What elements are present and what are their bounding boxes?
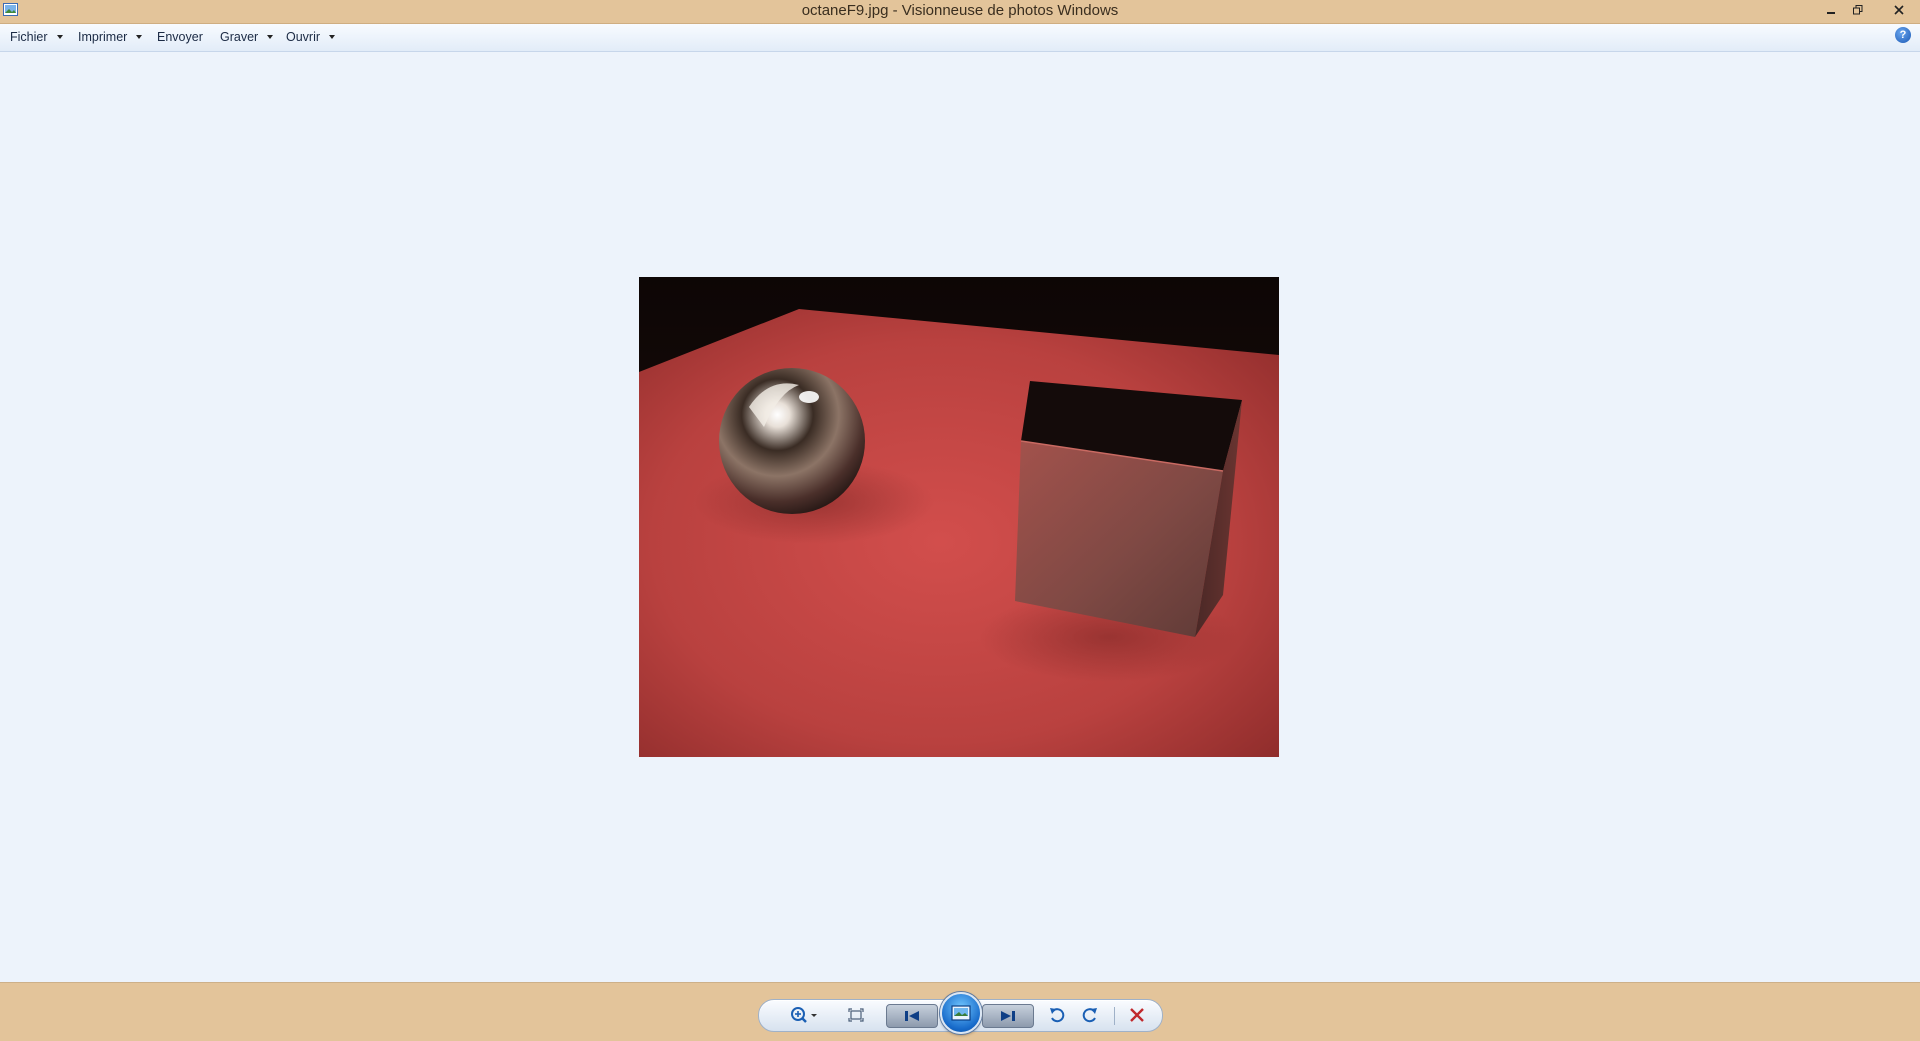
rotate-cw-icon bbox=[1082, 1008, 1097, 1023]
minimize-button[interactable] bbox=[1818, 0, 1844, 20]
title-bar: octaneF9.jpg - Visionneuse de photos Win… bbox=[0, 0, 1920, 24]
rotate-left-button[interactable] bbox=[1044, 1003, 1070, 1027]
menu-imprimer-label: Imprimer bbox=[78, 30, 128, 44]
menu-fichier[interactable]: Fichier bbox=[10, 30, 63, 44]
photo-viewport bbox=[0, 52, 1920, 982]
chevron-down-icon bbox=[136, 35, 143, 39]
menu-ouvrir[interactable]: Ouvrir bbox=[286, 30, 336, 44]
slideshow-icon bbox=[951, 1005, 971, 1021]
delete-icon bbox=[1130, 1008, 1144, 1022]
photo-image[interactable] bbox=[639, 277, 1279, 757]
rotate-ccw-icon bbox=[1050, 1008, 1065, 1023]
actual-size-button[interactable] bbox=[843, 1003, 869, 1027]
menu-imprimer[interactable]: Imprimer bbox=[78, 30, 143, 44]
chevron-down-icon bbox=[329, 35, 336, 39]
chevron-down-icon bbox=[56, 35, 63, 39]
next-icon bbox=[1001, 1011, 1015, 1021]
menu-envoyer[interactable]: Envoyer bbox=[157, 30, 203, 44]
previous-icon bbox=[905, 1011, 919, 1021]
next-button[interactable] bbox=[982, 1004, 1034, 1028]
previous-button[interactable] bbox=[886, 1004, 938, 1028]
menu-fichier-label: Fichier bbox=[10, 30, 48, 44]
help-icon[interactable]: ? bbox=[1895, 27, 1911, 43]
menu-graver-label: Graver bbox=[220, 30, 259, 44]
magnifier-icon bbox=[791, 1007, 817, 1023]
close-button[interactable] bbox=[1880, 0, 1918, 20]
rotate-right-button[interactable] bbox=[1077, 1003, 1103, 1027]
menu-envoyer-label: Envoyer bbox=[157, 30, 203, 44]
menu-bar: Fichier Imprimer Envoyer Graver Ouvrir ? bbox=[0, 24, 1920, 52]
menu-graver[interactable]: Graver bbox=[220, 30, 274, 44]
restore-icon bbox=[1853, 5, 1863, 15]
menu-ouvrir-label: Ouvrir bbox=[286, 30, 321, 44]
toolbar-separator bbox=[1114, 1007, 1115, 1025]
bottom-toolbar bbox=[0, 982, 1920, 1041]
fit-window-icon bbox=[848, 1008, 864, 1022]
zoom-button[interactable] bbox=[786, 1003, 822, 1027]
minimize-icon bbox=[1827, 12, 1835, 14]
restore-button[interactable] bbox=[1845, 0, 1871, 20]
chevron-down-icon bbox=[267, 35, 274, 39]
slideshow-button[interactable] bbox=[940, 992, 982, 1034]
close-icon bbox=[1894, 5, 1904, 15]
window-title: octaneF9.jpg - Visionneuse de photos Win… bbox=[801, 2, 1119, 19]
delete-button[interactable] bbox=[1124, 1003, 1150, 1027]
